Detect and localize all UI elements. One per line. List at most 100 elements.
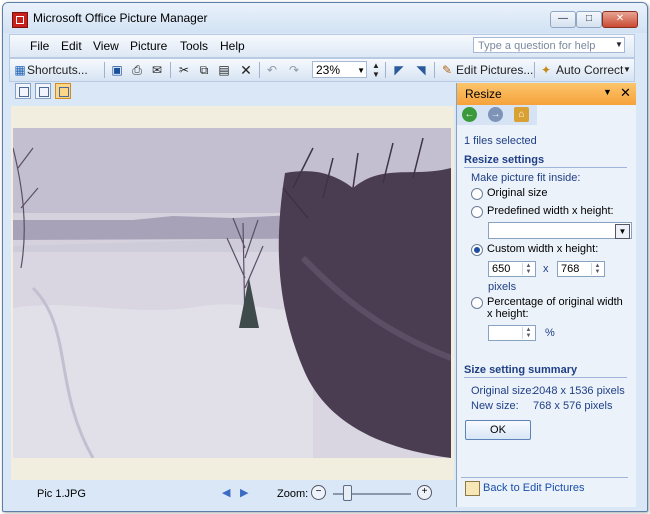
print-icon[interactable]: ⎙ <box>129 61 145 79</box>
thumbnail-view-icon[interactable] <box>15 83 31 99</box>
new-size-value: 768 x 576 pixels <box>533 400 613 412</box>
back-to-edit-pictures-link[interactable]: Back to Edit Pictures <box>483 482 585 494</box>
unit-label: pixels <box>488 281 517 293</box>
predefined-size-select[interactable]: ▼ <box>488 222 632 239</box>
single-picture-view-icon[interactable] <box>55 83 71 99</box>
status-filename: Pic 1.JPG <box>37 488 86 500</box>
menu-bar: File Edit View Picture Tools Help Type a… <box>9 34 635 58</box>
app-window: Microsoft Office Picture Manager — □ ✕ F… <box>2 2 648 512</box>
forward-arrow-icon[interactable]: → <box>488 107 503 122</box>
photo-snowy-field[interactable] <box>13 128 451 458</box>
delete-icon[interactable]: ✕ <box>238 61 254 79</box>
pane-menu-chevron-down-icon[interactable]: ▼ <box>603 87 612 97</box>
toolbar-separator <box>534 62 535 78</box>
standard-toolbar: ▦ Shortcuts... ▣ ⎙ ✉ ✂ ⧉ ▤ ✕ ↶ ↷ 23% ▼ ▲… <box>9 58 635 82</box>
chevron-down-icon[interactable]: ▼ <box>615 224 630 239</box>
resize-task-pane: Resize ▼ ✕ ← → ⌂ 1 files selected Resize… <box>456 83 636 507</box>
picture-manager-app-icon <box>12 12 28 28</box>
radio-custom-size[interactable] <box>471 244 483 256</box>
maximize-button[interactable]: □ <box>576 11 602 28</box>
toolbar-options-icon[interactable]: ▼ <box>622 61 632 79</box>
chevron-down-icon[interactable]: ▼ <box>357 62 365 79</box>
zoom-combo[interactable]: 23% ▼ <box>312 61 367 78</box>
chevron-down-icon[interactable]: ▼ <box>614 38 624 52</box>
zoom-spinner-icon[interactable]: ▲ ▼ <box>371 61 381 79</box>
menu-edit[interactable]: Edit <box>61 39 82 53</box>
height-spinner-icon[interactable]: ▲ ▼ <box>591 263 603 275</box>
custom-width-value: 650 <box>492 263 511 275</box>
zoom-out-icon[interactable]: − <box>311 485 326 500</box>
option-predefined-size-label: Predefined width x height: <box>487 205 614 217</box>
pane-navigation: ← → ⌂ <box>457 105 537 125</box>
rotate-left-icon[interactable]: ◤ <box>390 61 408 79</box>
resize-settings-heading: Resize settings <box>464 154 627 168</box>
radio-predefined-size[interactable] <box>471 206 483 218</box>
redo-icon[interactable]: ↷ <box>286 61 302 79</box>
shortcuts-icon: ▦ <box>14 63 26 77</box>
toolbar-separator <box>170 62 171 78</box>
option-percentage-label: Percentage of original width x height: <box>487 296 623 320</box>
custom-height-input[interactable]: 768 ▲ ▼ <box>557 261 605 277</box>
menu-file[interactable]: File <box>30 39 49 53</box>
toolbar-separator <box>434 62 435 78</box>
toolbar-separator <box>259 62 260 78</box>
rotate-right-icon[interactable]: ◥ <box>412 61 430 79</box>
shortcuts-button[interactable]: Shortcuts... <box>27 61 88 79</box>
next-picture-icon[interactable]: ▶ <box>240 486 248 499</box>
undo-icon[interactable]: ↶ <box>264 61 280 79</box>
photo-image <box>13 128 451 458</box>
view-mode-bar <box>11 82 454 104</box>
zoom-slider-thumb[interactable] <box>343 485 352 501</box>
help-question-input[interactable]: Type a question for help ▼ <box>473 37 625 53</box>
status-bar: Pic 1.JPG ◀ ▶ Zoom: − + <box>11 482 454 506</box>
custom-height-value: 768 <box>561 263 580 275</box>
close-button[interactable]: ✕ <box>602 11 638 28</box>
custom-width-input[interactable]: 650 ▲ ▼ <box>488 261 536 277</box>
toolbar-separator <box>104 62 105 78</box>
auto-correct-button[interactable]: Auto Correct <box>556 61 623 79</box>
option-custom-size-label: Custom width x height: <box>487 243 599 255</box>
pane-footer-divider <box>461 477 628 478</box>
width-spinner-icon[interactable]: ▲ ▼ <box>522 263 534 275</box>
title-bar: Microsoft Office Picture Manager — □ ✕ <box>3 3 647 33</box>
filmstrip-view-icon[interactable] <box>35 83 51 99</box>
copy-icon[interactable]: ⧉ <box>196 61 212 79</box>
percentage-spinner-icon[interactable]: ▲ ▼ <box>522 327 534 339</box>
help-placeholder: Type a question for help <box>478 40 596 52</box>
menu-help[interactable]: Help <box>220 39 245 53</box>
original-size-value: 2048 x 1536 pixels <box>533 385 625 397</box>
pane-close-icon[interactable]: ✕ <box>620 85 631 101</box>
auto-correct-icon: ✦ <box>540 63 552 77</box>
ok-button[interactable]: OK <box>465 420 531 440</box>
minimize-button[interactable]: — <box>550 11 576 28</box>
edit-pictures-icon <box>465 481 480 496</box>
cut-icon[interactable]: ✂ <box>176 61 192 79</box>
radio-original-size[interactable] <box>471 188 483 200</box>
menu-tools[interactable]: Tools <box>180 39 208 53</box>
edit-pictures-icon: ✎ <box>441 63 453 77</box>
home-icon[interactable]: ⌂ <box>514 107 529 122</box>
picture-viewer <box>11 106 454 480</box>
files-selected-count: 1 files selected <box>464 135 537 147</box>
menu-view[interactable]: View <box>93 39 119 53</box>
previous-picture-icon[interactable]: ◀ <box>222 486 230 499</box>
original-size-label: Original size: <box>471 385 535 397</box>
times-symbol: x <box>543 263 549 275</box>
email-icon[interactable]: ✉ <box>149 61 165 79</box>
option-original-size-label: Original size <box>487 187 548 199</box>
percent-symbol: % <box>545 327 555 339</box>
percentage-input[interactable]: ▲ ▼ <box>488 325 536 341</box>
save-icon[interactable]: ▣ <box>109 61 125 79</box>
toolbar-separator <box>385 62 386 78</box>
window-title: Microsoft Office Picture Manager <box>33 11 208 25</box>
pane-header: Resize ▼ ✕ <box>457 83 636 105</box>
zoom-value: 23% <box>316 63 341 77</box>
zoom-label: Zoom: <box>277 488 309 500</box>
back-arrow-icon[interactable]: ← <box>462 107 477 122</box>
paste-icon[interactable]: ▤ <box>216 61 232 79</box>
edit-pictures-button[interactable]: Edit Pictures... <box>456 61 533 79</box>
fit-inside-label: Make picture fit inside: <box>471 172 581 184</box>
zoom-in-icon[interactable]: + <box>417 485 432 500</box>
menu-picture[interactable]: Picture <box>130 39 167 53</box>
radio-percentage[interactable] <box>471 297 483 309</box>
